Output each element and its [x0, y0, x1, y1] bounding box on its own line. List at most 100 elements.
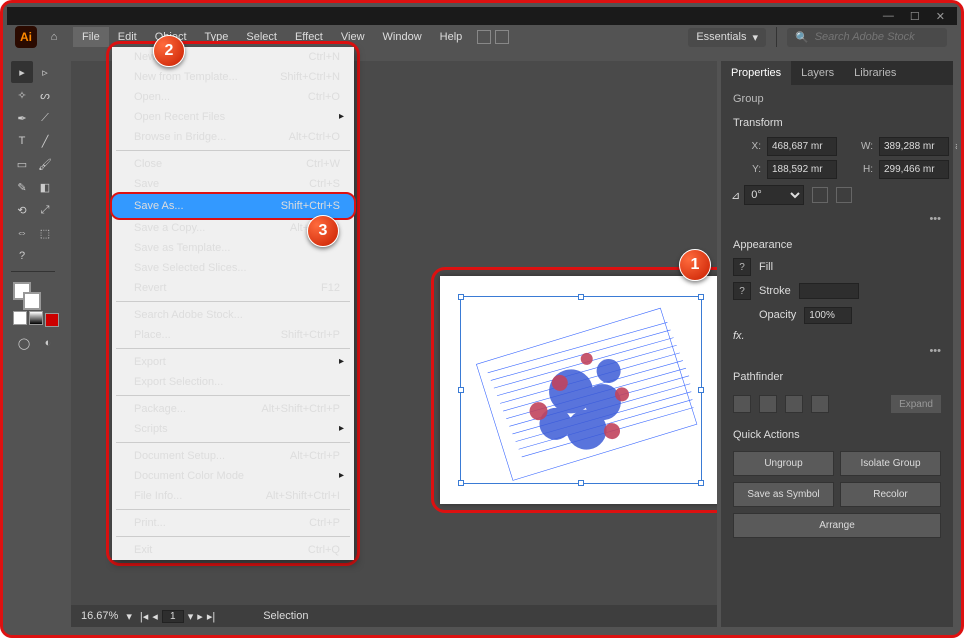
menu-item-new-from-template[interactable]: New from Template...Shift+Ctrl+N — [112, 67, 354, 87]
menu-item-document-color-mode[interactable]: Document Color Mode — [112, 466, 354, 486]
scale-tool[interactable]: ⤢ — [34, 199, 56, 221]
menu-item-export-selection[interactable]: Export Selection... — [112, 372, 354, 392]
input-w[interactable] — [879, 137, 949, 156]
arrange-docs-icon[interactable] — [471, 30, 515, 44]
stroke-swatch[interactable]: ? — [733, 282, 751, 300]
paintbrush-tool[interactable]: 🖌 — [34, 153, 56, 175]
label-y: Y: — [731, 164, 761, 175]
magic-wand-tool[interactable]: ✧ — [11, 84, 33, 106]
menu-item-save-selected-slices[interactable]: Save Selected Slices... — [112, 258, 354, 278]
menu-file[interactable]: File — [73, 27, 109, 47]
fill-stroke-swatches[interactable] — [11, 280, 55, 310]
menu-item-scripts[interactable]: Scripts — [112, 419, 354, 439]
screen-mode-icon[interactable]: ◐ — [37, 332, 59, 354]
status-bar: 16.67% ▾ |◂◂▾▸▸| Selection — [71, 605, 717, 627]
help-tool[interactable]: ? — [11, 245, 33, 267]
pen-tool[interactable]: ✒ — [11, 107, 33, 129]
search-stock[interactable]: 🔍 — [787, 28, 947, 47]
selection-bounding-box[interactable] — [460, 296, 702, 484]
callout-badge-1: 1 — [679, 249, 711, 281]
opacity-input[interactable] — [804, 307, 852, 324]
close-window-button[interactable]: ✕ — [932, 10, 949, 23]
artboard-pager[interactable]: |◂◂▾▸▸| — [140, 610, 215, 623]
menu-item-browse-in-bridge[interactable]: Browse in Bridge...Alt+Ctrl+O — [112, 127, 354, 147]
menu-item-package[interactable]: Package...Alt+Shift+Ctrl+P — [112, 399, 354, 419]
rotate-tool[interactable]: ⟲ — [11, 199, 33, 221]
rotate-icon: ⊿ — [731, 189, 740, 202]
width-tool[interactable]: ⇔ — [11, 222, 33, 244]
draw-mode-icon[interactable]: ◯ — [13, 332, 35, 354]
input-x[interactable] — [767, 137, 837, 156]
label-w: W: — [843, 141, 873, 152]
fx-label[interactable]: fx. — [733, 330, 745, 342]
label-h: H: — [843, 164, 873, 175]
menu-item-print[interactable]: Print...Ctrl+P — [112, 513, 354, 533]
menu-item-exit[interactable]: ExitCtrl+Q — [112, 540, 354, 560]
menu-item-save[interactable]: SaveCtrl+S — [112, 174, 354, 194]
flip-v-icon[interactable] — [836, 187, 852, 203]
recolor-button[interactable]: Recolor — [840, 482, 941, 507]
zoom-chevron-icon[interactable]: ▾ — [126, 610, 132, 623]
minimize-button[interactable]: — — [879, 10, 898, 22]
search-icon: 🔍 — [795, 31, 809, 44]
appearance-section-title: Appearance — [721, 231, 953, 255]
ungroup-button[interactable]: Ungroup — [733, 451, 834, 476]
rectangle-tool[interactable]: ▭ — [11, 153, 33, 175]
fill-swatch[interactable]: ? — [733, 258, 751, 276]
menu-item-place[interactable]: Place...Shift+Ctrl+P — [112, 325, 354, 345]
save-as-symbol-button[interactable]: Save as Symbol — [733, 482, 834, 507]
menu-window[interactable]: Window — [374, 27, 431, 47]
menu-item-open[interactable]: Open...Ctrl+O — [112, 87, 354, 107]
input-y[interactable] — [767, 160, 837, 179]
direct-selection-tool[interactable]: ▹ — [34, 61, 56, 83]
pathfinder-unite-icon[interactable] — [733, 395, 751, 413]
workspace-switcher[interactable]: Essentials▾ — [688, 28, 766, 47]
pathfinder-expand-button[interactable]: Expand — [891, 395, 941, 413]
appearance-more[interactable]: ••• — [721, 345, 953, 363]
tab-properties[interactable]: Properties — [721, 61, 791, 85]
curvature-tool[interactable]: ⟋ — [34, 107, 56, 129]
stroke-label: Stroke — [759, 285, 791, 297]
home-icon[interactable]: ⌂ — [43, 26, 65, 48]
menu-item-export[interactable]: Export — [112, 352, 354, 372]
isolate-group-button[interactable]: Isolate Group — [840, 451, 941, 476]
stroke-weight[interactable] — [799, 283, 859, 299]
transform-section-title: Transform — [721, 109, 953, 133]
right-panels: Properties Layers Libraries Group Transf… — [721, 61, 953, 627]
menu-item-revert[interactable]: RevertF12 — [112, 278, 354, 298]
menu-item-file-info[interactable]: File Info...Alt+Shift+Ctrl+I — [112, 486, 354, 506]
artboard[interactable] — [440, 276, 717, 504]
current-tool-label: Selection — [263, 610, 308, 622]
lasso-tool[interactable]: ᔕ — [34, 84, 56, 106]
label-x: X: — [731, 141, 761, 152]
flip-h-icon[interactable] — [812, 187, 828, 203]
pathfinder-minus-icon[interactable] — [759, 395, 777, 413]
menu-item-document-setup[interactable]: Document Setup...Alt+Ctrl+P — [112, 446, 354, 466]
menu-help[interactable]: Help — [431, 27, 472, 47]
pathfinder-intersect-icon[interactable] — [785, 395, 803, 413]
menu-item-close[interactable]: CloseCtrl+W — [112, 154, 354, 174]
rotate-select[interactable]: 0° — [744, 185, 804, 205]
tab-layers[interactable]: Layers — [791, 61, 844, 85]
menu-item-open-recent-files[interactable]: Open Recent Files — [112, 107, 354, 127]
eraser-tool[interactable]: ◧ — [34, 176, 56, 198]
transform-more[interactable]: ••• — [721, 213, 953, 231]
page-input[interactable] — [162, 610, 184, 623]
maximize-button[interactable]: ☐ — [906, 10, 924, 23]
input-h[interactable] — [879, 160, 949, 179]
tab-libraries[interactable]: Libraries — [844, 61, 906, 85]
selection-tool[interactable]: ▸ — [11, 61, 33, 83]
type-tool[interactable]: T — [11, 130, 33, 152]
line-tool[interactable]: ╱ — [34, 130, 56, 152]
search-input[interactable] — [815, 31, 945, 43]
free-transform-tool[interactable]: ⬚ — [34, 222, 56, 244]
menu-item-new[interactable]: New...Ctrl+N — [112, 47, 354, 67]
pathfinder-section-title: Pathfinder — [721, 363, 953, 387]
zoom-level[interactable]: 16.67% — [81, 610, 118, 622]
shaper-tool[interactable]: ✎ — [11, 176, 33, 198]
callout-badge-3: 3 — [307, 215, 339, 247]
link-wh-icon[interactable]: ⎌ — [955, 140, 957, 153]
arrange-button[interactable]: Arrange — [733, 513, 941, 538]
menu-item-search-adobe-stock[interactable]: Search Adobe Stock... — [112, 305, 354, 325]
pathfinder-exclude-icon[interactable] — [811, 395, 829, 413]
